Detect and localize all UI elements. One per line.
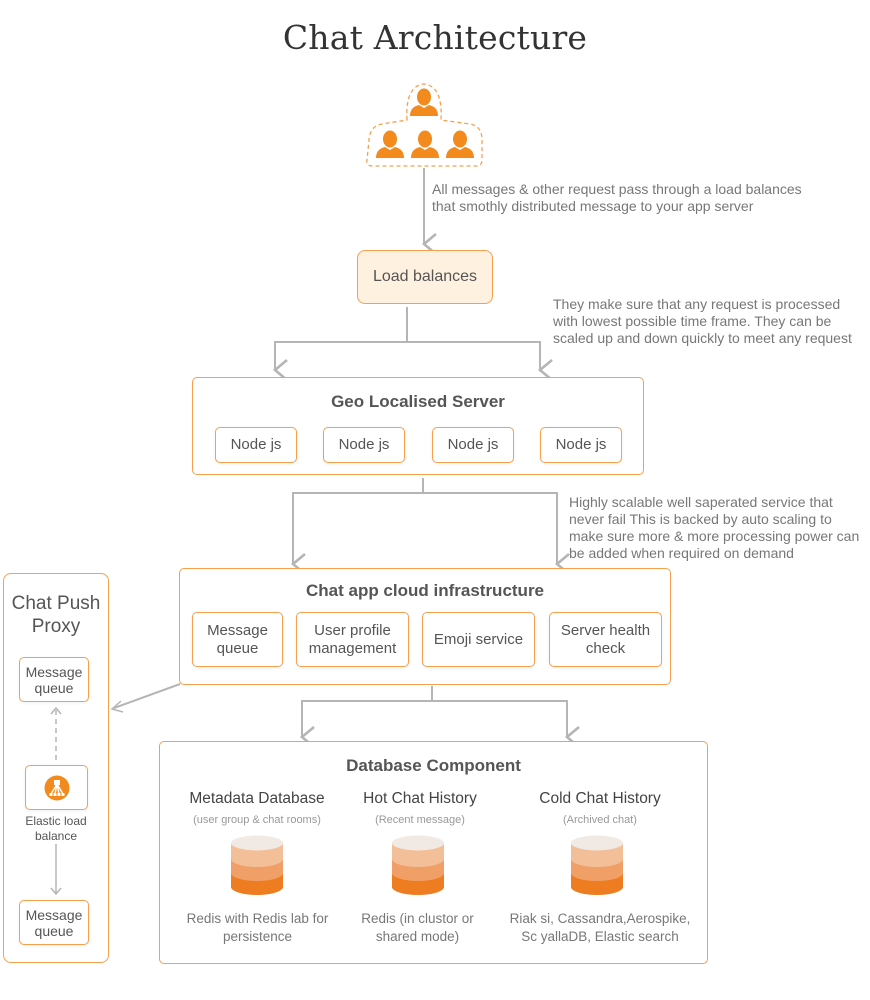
page-title: Chat Architecture [282,18,588,57]
node-js-label: Node js [230,436,282,453]
db-name: Cold Chat History [539,790,661,807]
node-js-label: Node js [555,436,607,453]
node-js-box[interactable]: Node js [540,427,622,463]
proxy-bottom-message-queue[interactable]: Message queue [19,900,89,945]
load-balancer-box[interactable]: Load balances [357,250,493,304]
database-title: Database Component [346,756,521,775]
service-label: Message queue [207,621,268,657]
push-proxy-box: Chat Push Proxy Message queue Elastic lo… [3,573,109,963]
users-group-icon [376,88,474,158]
db-tech-cold: Riak si, Cassandra,Aerospike, Sc yallaDB… [509,911,691,944]
service-server-health[interactable]: Server health check [549,612,662,667]
db-tech-hot: Redis (in clustor or shared mode) [361,911,474,944]
service-label: Server health check [560,621,651,657]
db-subtitle: (user group & chat rooms) [193,814,321,826]
proxy-top-message-queue[interactable]: Message queue [19,657,89,702]
push-proxy-title: Chat Push Proxy [11,593,101,637]
arrow-cloud-to-proxy [113,683,181,709]
elastic-load-balancer-icon [44,775,69,800]
node-js-label: Node js [338,436,390,453]
database-icon [230,835,284,897]
database-icon [570,835,624,897]
note-users-to-lb: All messages & other request pass throug… [432,181,802,214]
db-column-hot[interactable]: Hot Chat History (Recent message) [340,790,500,826]
geo-server-box: Geo Localised Server Node js Node js Nod… [192,377,644,475]
connector-geo-to-cloud [292,478,558,562]
database-icon [391,835,445,897]
db-column-metadata[interactable]: Metadata Database (user group & chat roo… [168,790,346,826]
node-js-box[interactable]: Node js [323,427,405,463]
node-js-box[interactable]: Node js [215,427,297,463]
db-subtitle: (Recent message) [375,814,465,826]
db-name: Metadata Database [189,790,325,807]
connector-cloud-to-db [301,686,568,735]
node-js-label: Node js [447,436,499,453]
elb-label: Elastic load balance [25,814,87,843]
cloud-infra-box: Chat app cloud infrastructure Message qu… [179,568,671,685]
elastic-load-balancer-box[interactable] [25,765,88,810]
db-subtitle: (Archived chat) [563,814,637,826]
note-geo-to-cloud: Highly scalable well saperated service t… [569,494,860,561]
connector-lb-to-geo [274,307,541,370]
geo-server-title: Geo Localised Server [331,392,505,411]
service-user-profile[interactable]: User profile management [296,612,409,667]
service-label: Emoji service [433,630,524,648]
note-lb-to-geo: They make sure that any request is proce… [553,296,852,346]
cloud-infra-title: Chat app cloud infrastructure [305,581,545,600]
db-tech-metadata: Redis with Redis lab for persistence [186,911,329,944]
database-box: Database Component Metadata Database (us… [159,741,708,964]
db-column-cold[interactable]: Cold Chat History (Archived chat) [505,790,695,826]
service-emoji[interactable]: Emoji service [422,612,535,667]
service-message-queue[interactable]: Message queue [192,612,283,667]
load-balancer-label: Load balances [372,268,478,285]
node-js-box[interactable]: Node js [432,427,514,463]
queue-label: Message queue [25,663,83,696]
queue-label: Message queue [25,906,83,939]
service-label: User profile management [308,621,397,657]
db-name: Hot Chat History [363,790,477,807]
